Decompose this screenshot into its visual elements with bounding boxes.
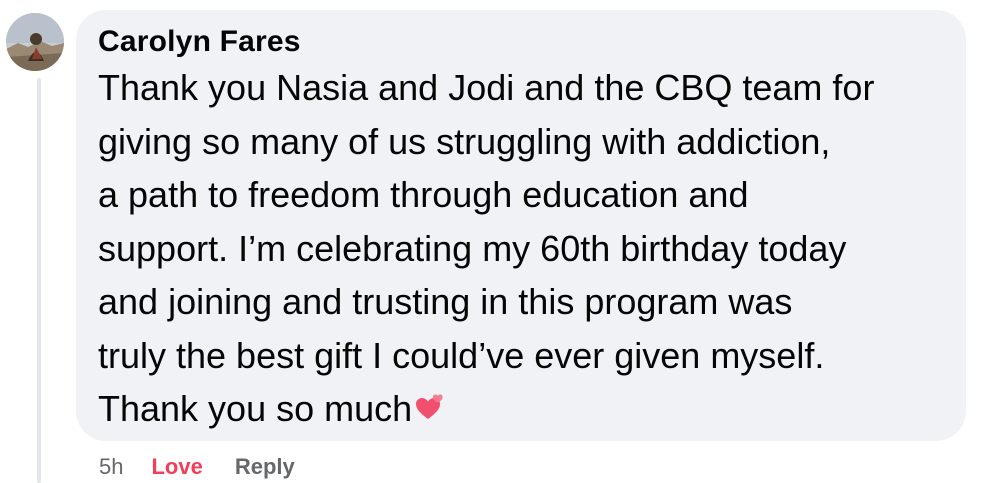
comment-text: Thank you Nasia and Jodi and the CBQ tea… [98, 61, 944, 436]
comment-line: Thank you Nasia and Jodi and the CBQ tea… [98, 67, 875, 108]
comment-line: support. I’m celebrating my 60th birthda… [98, 227, 847, 269]
avatar[interactable] [6, 13, 64, 71]
comment-line: giving so many of us struggling with add… [98, 120, 831, 162]
love-reaction-button[interactable]: Love [151, 454, 202, 480]
comment-actions: 5h Love Reply [99, 452, 295, 482]
comment-author[interactable]: Carolyn Fares [98, 24, 944, 60]
comment-bubble: Carolyn Fares Thank you Nasia and Jodi a… [76, 10, 966, 441]
thread-line [37, 78, 41, 483]
comment-line: truly the best gift I could’ve ever give… [98, 334, 825, 376]
avatar-photo-icon [6, 13, 64, 71]
comment-timestamp[interactable]: 5h [99, 454, 123, 480]
comment-line: Thank you so much [98, 388, 413, 429]
two-hearts-emoji-icon [414, 382, 444, 436]
comment-line: and joining and trusting in this program… [98, 281, 793, 322]
comment-line: a path to freedom through education and [98, 174, 749, 215]
reply-button[interactable]: Reply [235, 454, 295, 480]
